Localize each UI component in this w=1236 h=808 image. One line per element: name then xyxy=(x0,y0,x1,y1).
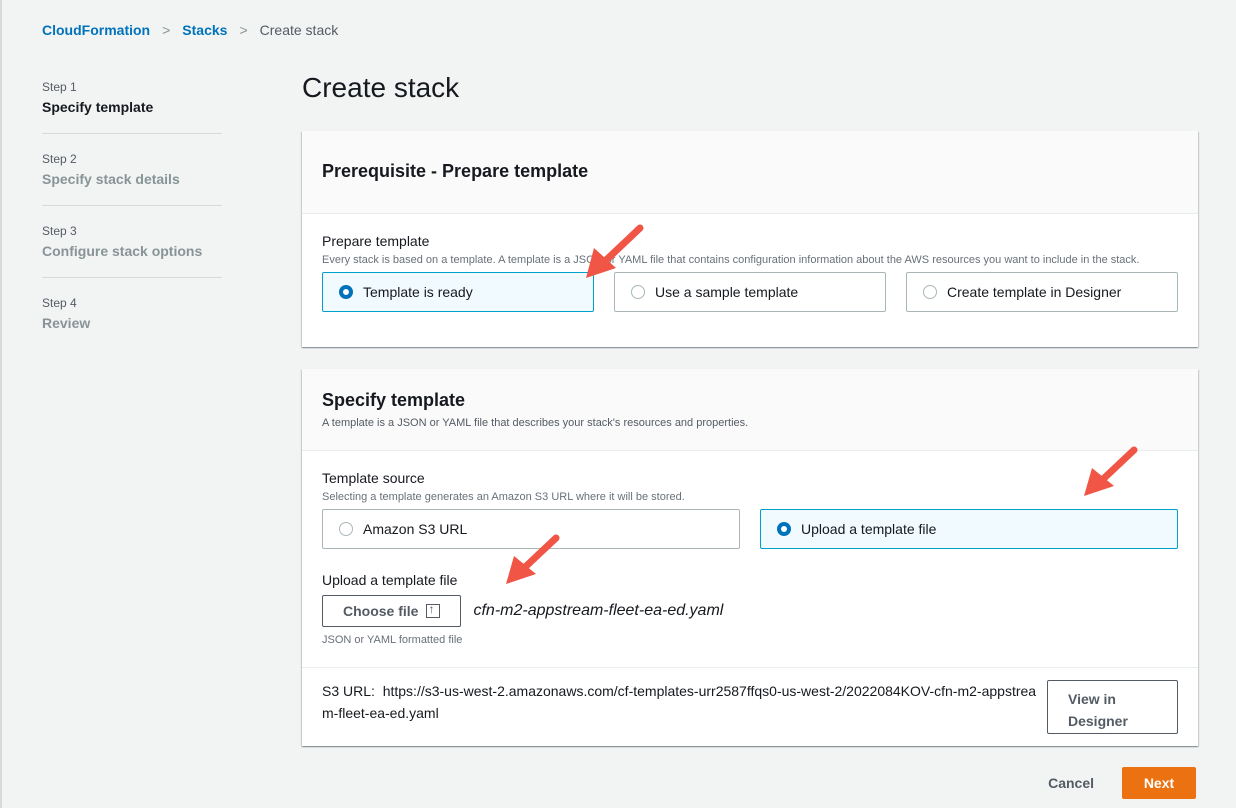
option-label: Upload a template file xyxy=(801,521,937,537)
button-label: Designer xyxy=(1068,713,1128,729)
cancel-button[interactable]: Cancel xyxy=(1048,775,1094,791)
wizard-steps: Step 1 Specify template Step 2 Specify s… xyxy=(42,80,222,367)
view-in-designer-button[interactable]: View in Designer xyxy=(1047,680,1178,734)
step-number: Step 1 xyxy=(42,80,77,94)
step-number: Step 4 xyxy=(42,296,77,310)
panel-header: Specify template A template is a JSON or… xyxy=(302,369,1198,451)
chevron-right-icon: > xyxy=(162,22,171,38)
option-sample-template[interactable]: Use a sample template xyxy=(614,272,886,312)
panel-description: A template is a JSON or YAML file that d… xyxy=(322,417,749,429)
file-upload-row: Choose file cfn-m2-appstream-fleet-ea-ed… xyxy=(322,595,1178,627)
upload-icon xyxy=(426,602,441,618)
specify-template-panel: Specify template A template is a JSON or… xyxy=(302,369,1198,746)
option-amazon-s3-url[interactable]: Amazon S3 URL xyxy=(322,509,740,549)
option-upload-template-file[interactable]: Upload a template file xyxy=(760,509,1178,549)
panel-title: Specify template xyxy=(322,390,466,410)
prerequisite-panel: Prerequisite - Prepare template Prepare … xyxy=(302,131,1198,347)
template-source-options: Amazon S3 URL Upload a template file xyxy=(322,509,1178,549)
field-label: Prepare template xyxy=(322,233,430,249)
breadcrumb-current: Create stack xyxy=(259,22,339,38)
field-label: Upload a template file xyxy=(322,572,458,588)
option-template-ready[interactable]: Template is ready xyxy=(322,272,594,312)
radio-icon[interactable] xyxy=(339,522,353,536)
breadcrumb-cloudformation[interactable]: CloudFormation xyxy=(42,22,150,38)
wizard-step-2: Step 2 Specify stack details xyxy=(42,152,222,206)
s3-url-label: S3 URL: xyxy=(322,683,375,699)
option-label: Create template in Designer xyxy=(947,284,1122,300)
wizard-step-4: Step 4 Review xyxy=(42,296,222,349)
s3-url-row: S3 URL: https://s3-us-west-2.amazonaws.c… xyxy=(302,667,1198,747)
wizard-step-1: Step 1 Specify template xyxy=(42,80,222,134)
chevron-right-icon: > xyxy=(239,22,248,38)
button-label: Choose file xyxy=(343,603,419,619)
button-label: View in xyxy=(1068,691,1116,707)
step-title: Review xyxy=(42,315,91,331)
step-title: Specify stack details xyxy=(42,171,180,187)
step-number: Step 3 xyxy=(42,224,77,238)
step-title: Specify template xyxy=(42,99,154,115)
next-button[interactable]: Next xyxy=(1122,767,1196,799)
option-label: Use a sample template xyxy=(655,284,799,300)
field-description: Selecting a template generates an Amazon… xyxy=(322,491,685,503)
page-title: Create stack xyxy=(302,72,460,103)
panel-header: Prerequisite - Prepare template xyxy=(302,131,1198,214)
panel-title: Prerequisite - Prepare template xyxy=(322,161,589,181)
option-label: Template is ready xyxy=(363,284,473,300)
choose-file-button[interactable]: Choose file xyxy=(322,595,462,627)
file-constraint-hint: JSON or YAML formatted file xyxy=(322,634,463,646)
radio-icon[interactable] xyxy=(923,285,937,299)
option-label: Amazon S3 URL xyxy=(363,521,468,537)
breadcrumb: CloudFormation > Stacks > Create stack xyxy=(42,22,338,38)
field-label: Template source xyxy=(322,470,425,486)
radio-selected-icon[interactable] xyxy=(777,522,791,536)
prepare-template-options: Template is ready Use a sample template … xyxy=(322,272,1178,312)
selected-file-name: cfn-m2-appstream-fleet-ea-ed.yaml xyxy=(473,602,724,619)
radio-selected-icon[interactable] xyxy=(339,285,353,299)
s3-url-text: S3 URL: https://s3-us-west-2.amazonaws.c… xyxy=(322,680,1047,747)
wizard-actions: Cancel Next xyxy=(1048,767,1196,799)
option-create-in-designer[interactable]: Create template in Designer xyxy=(906,272,1178,312)
wizard-step-3: Step 3 Configure stack options xyxy=(42,224,222,278)
panel-body: Prepare template Every stack is based on… xyxy=(302,214,1198,312)
step-number: Step 2 xyxy=(42,152,77,166)
s3-url-value: https://s3-us-west-2.amazonaws.com/cf-te… xyxy=(322,683,1037,721)
field-description: Every stack is based on a template. A te… xyxy=(322,254,1140,266)
panel-body: Template source Selecting a template gen… xyxy=(302,451,1198,667)
step-title: Configure stack options xyxy=(42,243,203,259)
radio-icon[interactable] xyxy=(631,285,645,299)
breadcrumb-stacks[interactable]: Stacks xyxy=(182,22,227,38)
